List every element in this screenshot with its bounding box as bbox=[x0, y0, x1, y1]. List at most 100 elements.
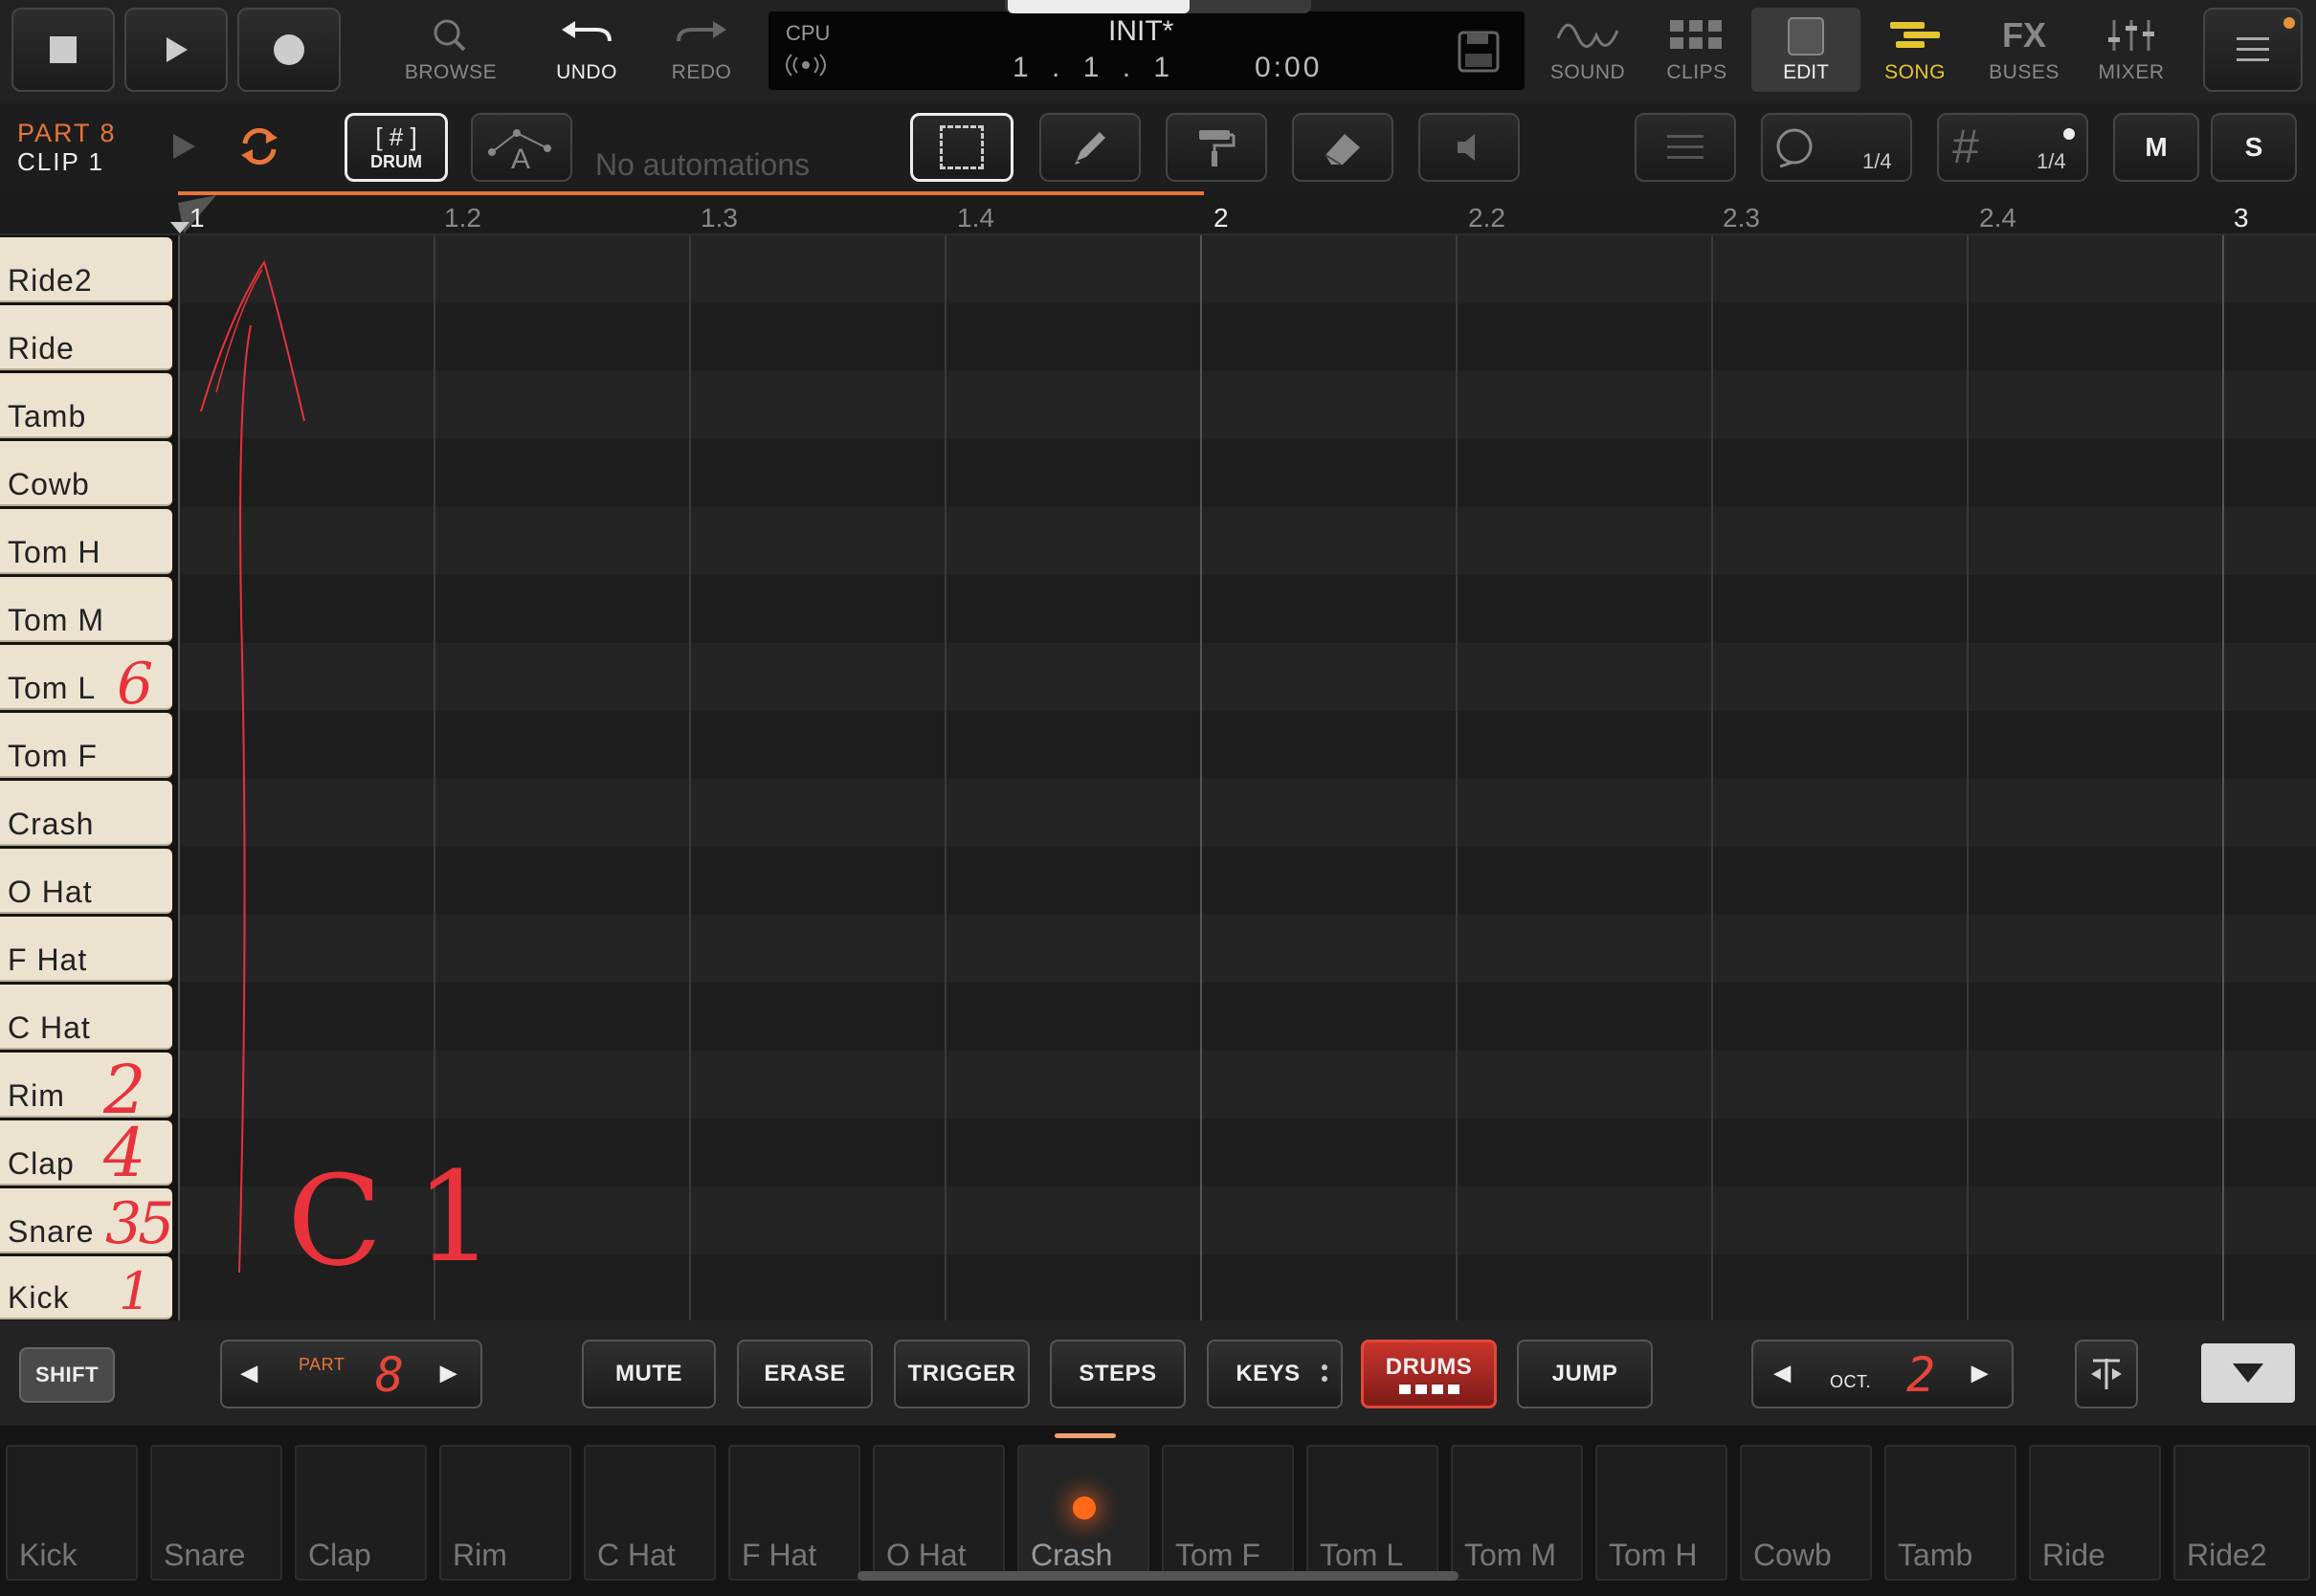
search-icon bbox=[434, 19, 466, 52]
drum-pad-c-hat[interactable]: C Hat bbox=[584, 1445, 716, 1581]
ruler-label: 2.3 bbox=[1723, 203, 1760, 233]
drum-pad-rim[interactable]: Rim bbox=[439, 1445, 571, 1581]
drum-key-ride[interactable]: Ride bbox=[0, 305, 172, 370]
automation-status: No automations bbox=[595, 147, 811, 182]
jump-mode-button[interactable]: JUMP bbox=[1517, 1340, 1653, 1408]
song-label: SONG bbox=[1884, 61, 1946, 83]
timeline-ruler[interactable] bbox=[0, 191, 2316, 235]
drum-pad-cowb[interactable]: Cowb bbox=[1740, 1445, 1872, 1581]
undo-button[interactable]: UNDO bbox=[534, 10, 639, 90]
stop-button[interactable] bbox=[11, 8, 115, 92]
drum-key-tamb[interactable]: Tamb bbox=[0, 373, 172, 438]
steps-mode-button[interactable]: STEPS bbox=[1050, 1340, 1186, 1408]
eraser-tool-button[interactable] bbox=[1292, 113, 1393, 182]
drum-key-rim[interactable]: Rim bbox=[0, 1053, 172, 1118]
annotation-note-1: 1 bbox=[415, 1144, 495, 1290]
part-value: 8 bbox=[375, 1347, 405, 1403]
drum-pad-tom-m[interactable]: Tom M bbox=[1451, 1445, 1583, 1581]
window-handle-indicator bbox=[1008, 0, 1190, 13]
beat-gridline bbox=[689, 235, 691, 1320]
drum-key-c-hat[interactable]: C Hat bbox=[0, 985, 172, 1050]
drum-pad-ride[interactable]: Ride bbox=[2029, 1445, 2161, 1581]
handwritten-arrow-icon bbox=[200, 259, 305, 1274]
edit-button[interactable]: EDIT bbox=[1751, 8, 1860, 92]
clips-button[interactable]: CLIPS bbox=[1644, 10, 1749, 90]
drum-pad-tom-f[interactable]: Tom F bbox=[1162, 1445, 1294, 1581]
clip-solo-button[interactable]: S bbox=[2211, 113, 2297, 182]
browse-label: BROWSE bbox=[404, 61, 498, 83]
drum-key-f-hat[interactable]: F Hat bbox=[0, 917, 172, 982]
fx-buses-button[interactable]: FX BUSES bbox=[1971, 10, 2077, 90]
part-next-icon[interactable]: ▶ bbox=[440, 1361, 457, 1385]
drum-key-clap[interactable]: Clap bbox=[0, 1120, 172, 1186]
drum-mode-symbol: [ # ] bbox=[375, 122, 417, 151]
drum-pad-tom-l[interactable]: Tom L bbox=[1306, 1445, 1438, 1581]
drum-key-tom-m[interactable]: Tom M bbox=[0, 577, 172, 642]
drum-key-tom-h[interactable]: Tom H bbox=[0, 509, 172, 574]
drum-key-o-hat[interactable]: O Hat bbox=[0, 849, 172, 914]
drum-pad-snare[interactable]: Snare bbox=[150, 1445, 282, 1581]
loop-length-button[interactable]: 1/4 bbox=[1761, 113, 1912, 182]
save-icon[interactable] bbox=[1456, 29, 1502, 75]
erase-mode-button[interactable]: ERASE bbox=[737, 1340, 873, 1408]
mixer-sliders-icon bbox=[2108, 20, 2154, 51]
menu-button[interactable] bbox=[2203, 8, 2303, 92]
pencil-tool-button[interactable] bbox=[1039, 113, 1141, 182]
loop-icon[interactable] bbox=[237, 126, 281, 166]
drum-mode-button[interactable]: [ # ] DRUM bbox=[345, 113, 448, 182]
select-tool-button[interactable] bbox=[910, 113, 1013, 182]
lane-row bbox=[178, 1254, 2316, 1320]
clips-grid-icon bbox=[1670, 20, 1722, 49]
trigger-mode-button[interactable]: TRIGGER bbox=[894, 1340, 1030, 1408]
drum-pad-tamb[interactable]: Tamb bbox=[1884, 1445, 2016, 1581]
pad-label: Tom M bbox=[1464, 1538, 1556, 1572]
pad-label: Clap bbox=[308, 1538, 371, 1572]
drum-key-tom-f[interactable]: Tom F bbox=[0, 713, 172, 778]
lane-row bbox=[178, 507, 2316, 575]
grid-value: 1/4 bbox=[2037, 149, 2066, 173]
clip-mute-button[interactable]: M bbox=[2113, 113, 2199, 182]
grid-quantize-button[interactable]: # 1/4 bbox=[1937, 113, 2088, 182]
loop-region-bar[interactable] bbox=[178, 191, 1204, 195]
keys-mode-button[interactable]: KEYS bbox=[1207, 1340, 1343, 1408]
split-view-button[interactable] bbox=[2075, 1340, 2138, 1408]
part-indicator: PART 8 bbox=[17, 119, 117, 147]
drum-pad-f-hat[interactable]: F Hat bbox=[728, 1445, 860, 1581]
ruler-label: 2.2 bbox=[1468, 203, 1505, 233]
lane-row bbox=[178, 983, 2316, 1051]
drums-mode-button[interactable]: DRUMS bbox=[1361, 1340, 1497, 1408]
part-prev-icon[interactable]: ◀ bbox=[241, 1361, 257, 1385]
ruler-label: 1.4 bbox=[957, 203, 994, 233]
octave-next-icon[interactable]: ▶ bbox=[1971, 1361, 1988, 1385]
record-button[interactable] bbox=[237, 8, 341, 92]
redo-icon bbox=[677, 21, 726, 42]
octave-prev-icon[interactable]: ◀ bbox=[1774, 1361, 1791, 1385]
project-name: INIT* bbox=[1108, 15, 1174, 47]
lane-row bbox=[178, 235, 2316, 303]
collapse-pads-button[interactable] bbox=[2201, 1343, 2295, 1403]
drum-pad-tom-h[interactable]: Tom H bbox=[1595, 1445, 1727, 1581]
redo-button[interactable]: REDO bbox=[649, 10, 754, 90]
automation-button[interactable]: A bbox=[471, 113, 572, 182]
browse-button[interactable]: BROWSE bbox=[398, 10, 503, 90]
edit-label: EDIT bbox=[1783, 61, 1829, 83]
play-button[interactable] bbox=[124, 8, 228, 92]
mute-mode-button[interactable]: MUTE bbox=[582, 1340, 716, 1408]
sound-button[interactable]: SOUND bbox=[1535, 10, 1640, 90]
drum-pad-crash[interactable]: Crash bbox=[1017, 1445, 1149, 1581]
drum-key-crash[interactable]: Crash bbox=[0, 781, 172, 846]
drum-key-cowb[interactable]: Cowb bbox=[0, 441, 172, 506]
drum-pad-ride2[interactable]: Ride2 bbox=[2173, 1445, 2310, 1581]
play-clip-icon[interactable] bbox=[170, 132, 197, 161]
mute-tool-button[interactable] bbox=[1418, 113, 1520, 182]
song-button[interactable]: SONG bbox=[1862, 10, 1968, 90]
shift-button[interactable]: SHIFT bbox=[19, 1347, 115, 1403]
drum-pad-clap[interactable]: Clap bbox=[295, 1445, 427, 1581]
mixer-button[interactable]: MIXER bbox=[2079, 10, 2184, 90]
drum-pad-o-hat[interactable]: O Hat bbox=[873, 1445, 1005, 1581]
paint-tool-button[interactable] bbox=[1166, 113, 1267, 182]
drum-pad-kick[interactable]: Kick bbox=[6, 1445, 138, 1581]
list-view-button[interactable] bbox=[1635, 113, 1736, 182]
ruler-label: 2 bbox=[1214, 203, 1229, 233]
drum-key-ride2[interactable]: Ride2 bbox=[0, 237, 172, 302]
